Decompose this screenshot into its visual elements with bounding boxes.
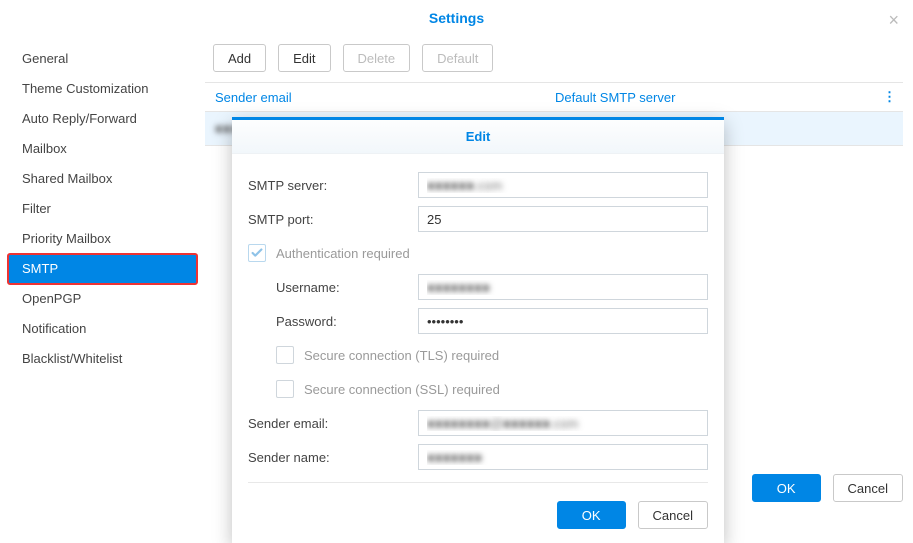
add-button[interactable]: Add <box>213 44 266 72</box>
sidebar-item-smtp[interactable]: SMTP <box>8 254 197 284</box>
sidebar-item-label: OpenPGP <box>22 291 81 306</box>
ssl-checkbox[interactable] <box>276 380 294 398</box>
sidebar-item-label: Shared Mailbox <box>22 171 112 186</box>
sidebar-item-priority[interactable]: Priority Mailbox <box>8 224 197 254</box>
sidebar-item-autoreply[interactable]: Auto Reply/Forward <box>8 104 197 134</box>
close-icon[interactable]: × <box>888 10 899 31</box>
sidebar-item-openpgp[interactable]: OpenPGP <box>8 284 197 314</box>
window-title: Settings <box>429 10 484 26</box>
edit-button[interactable]: Edit <box>278 44 330 72</box>
modal-title: Edit <box>232 120 724 154</box>
sidebar-item-shared[interactable]: Shared Mailbox <box>8 164 197 194</box>
column-default-server[interactable]: Default SMTP server <box>545 83 877 111</box>
settings-window: Settings × General Theme Customization A… <box>0 0 913 510</box>
check-icon <box>250 246 264 260</box>
tls-checkbox[interactable] <box>276 346 294 364</box>
sidebar-item-label: General <box>22 51 68 66</box>
ok-button[interactable]: OK <box>752 474 821 502</box>
sidebar: General Theme Customization Auto Reply/F… <box>0 36 205 510</box>
sidebar-item-general[interactable]: General <box>8 44 197 74</box>
auth-required-checkbox[interactable] <box>248 244 266 262</box>
username-label: Username: <box>276 280 418 295</box>
titlebar: Settings × <box>0 0 913 36</box>
divider <box>248 482 708 483</box>
delete-button[interactable]: Delete <box>343 44 411 72</box>
sidebar-item-label: SMTP <box>22 261 58 276</box>
smtp-server-input[interactable] <box>418 172 708 198</box>
sender-name-label: Sender name: <box>248 450 418 465</box>
sidebar-item-label: Theme Customization <box>22 81 148 96</box>
smtp-port-label: SMTP port: <box>248 212 418 227</box>
edit-modal: Edit SMTP server: SMTP port: Authenticat… <box>232 117 724 543</box>
smtp-port-input[interactable] <box>418 206 708 232</box>
tls-label: Secure connection (TLS) required <box>304 348 499 363</box>
sender-name-input[interactable] <box>418 444 708 470</box>
column-menu-icon[interactable]: ⋮ <box>877 83 903 111</box>
modal-cancel-button[interactable]: Cancel <box>638 501 708 529</box>
sidebar-item-label: Filter <box>22 201 51 216</box>
username-input[interactable] <box>418 274 708 300</box>
smtp-server-label: SMTP server: <box>248 178 418 193</box>
default-button[interactable]: Default <box>422 44 493 72</box>
sidebar-item-label: Auto Reply/Forward <box>22 111 137 126</box>
sidebar-item-label: Blacklist/Whitelist <box>22 351 122 366</box>
sender-email-label: Sender email: <box>248 416 418 431</box>
sidebar-item-label: Mailbox <box>22 141 67 156</box>
sender-email-input[interactable] <box>418 410 708 436</box>
password-input[interactable] <box>418 308 708 334</box>
table-header: Sender email Default SMTP server ⋮ <box>205 82 903 112</box>
ssl-label: Secure connection (SSL) required <box>304 382 500 397</box>
modal-footer: OK Cancel <box>232 501 724 543</box>
column-sender-email[interactable]: Sender email <box>205 83 545 111</box>
sidebar-item-mailbox[interactable]: Mailbox <box>8 134 197 164</box>
modal-body: SMTP server: SMTP port: Authentication r… <box>232 154 724 501</box>
auth-required-label: Authentication required <box>276 246 410 261</box>
cancel-button[interactable]: Cancel <box>833 474 903 502</box>
sidebar-item-filter[interactable]: Filter <box>8 194 197 224</box>
sidebar-item-blacklist[interactable]: Blacklist/Whitelist <box>8 344 197 374</box>
sidebar-item-label: Priority Mailbox <box>22 231 111 246</box>
sidebar-item-notification[interactable]: Notification <box>8 314 197 344</box>
modal-ok-button[interactable]: OK <box>557 501 626 529</box>
main-footer: OK Cancel <box>752 474 903 502</box>
sidebar-item-theme[interactable]: Theme Customization <box>8 74 197 104</box>
password-label: Password: <box>276 314 418 329</box>
sidebar-item-label: Notification <box>22 321 86 336</box>
toolbar: Add Edit Delete Default <box>205 36 903 82</box>
